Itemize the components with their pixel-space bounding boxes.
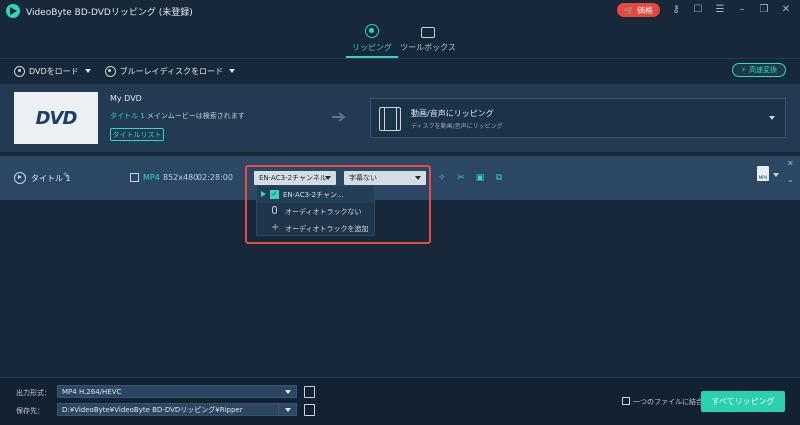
merge-checkbox[interactable] [622,397,630,405]
disc-name: My DVD [110,94,142,103]
source-resolution: 852x480 [163,173,199,182]
chevron-down-icon[interactable] [773,173,779,177]
chevron-down-icon [229,69,236,73]
load-dvd-label: DVDをロード [29,66,79,76]
maximize-icon[interactable]: ❐ [758,4,770,16]
fast-convert-button[interactable]: ⚡ 高速変換 [732,63,786,77]
expand-icon[interactable]: ⌄ [787,175,794,184]
main-tabs: リッピング ツールボックス [0,22,800,58]
feedback-icon[interactable]: ☐ [692,4,704,16]
load-bluray-label: ブルーレイディスクをロード [119,66,224,76]
title-bar: VideoByte BD-DVDリッピング (未登録) 🛒 価格 ⚷ ☐ ☰ –… [0,0,800,22]
load-toolbar: DVDをロード ブルーレイディスクをロード ⚡ 高速変換 [0,59,800,83]
app-logo-icon [6,4,20,18]
main-title-link[interactable]: タイトル 1 [110,112,145,120]
rip-output-title: 動画/音声にリッピング [411,109,494,118]
load-dvd-button[interactable]: DVDをロード [14,65,91,77]
chevron-down-icon [285,408,291,412]
output-format-label: 出力形式： [16,389,51,397]
minimize-icon[interactable]: – [736,4,748,16]
title-list-button[interactable]: タイトルリスト [110,128,164,141]
dvd-logo: DVD [35,107,78,129]
disc-info-panel: DVD My DVD タイトル 1 メインムービーは検索されます タイトルリスト… [0,84,800,152]
merge-icon[interactable]: ⧉ [494,173,504,183]
save-to-value: D:¥VideoByte¥VideoByte BD-DVDリッピング¥Rippe… [62,405,243,414]
fast-convert-label: 高速変換 [749,66,777,74]
folder-icon[interactable] [304,404,315,416]
load-bluray-button[interactable]: ブルーレイディスクをロード [104,65,236,77]
film-icon [379,107,401,131]
price-button[interactable]: 🛒 価格 [617,3,660,17]
chevron-down-icon [285,390,291,394]
compress-icon[interactable]: ▣ [475,173,485,183]
rip-output-selector[interactable]: 動画/音声にリッピング ディスクを動画/音声にリッピング [370,98,786,138]
main-movie-info: タイトル 1 メインムービーは検索されます [110,111,245,121]
dvd-disc-icon [14,65,25,77]
cart-icon: 🛒 [624,5,634,15]
source-duration: 02:28:00 [197,173,233,182]
bottom-bar: 出力形式： MP4 H.264/HEVC 保存先： D:¥VideoByte¥V… [0,377,800,425]
play-icon[interactable] [14,172,26,184]
video-file-icon [130,173,139,182]
output-format-badge: MP4 [758,175,768,180]
key-icon[interactable]: ⚷ [670,4,682,16]
output-format-select[interactable]: MP4 H.264/HEVC [57,385,297,398]
source-format: MP4 [143,173,160,182]
merge-label: 一つのファイルに結合 [633,398,703,406]
bluray-disc-icon [104,65,116,77]
title-bar-controls: 🛒 価格 ⚷ ☐ ☰ – ❐ ✕ [617,3,792,17]
tab-toolbox[interactable]: ツールボックス [388,24,468,53]
chevron-down-icon [84,69,91,73]
edit-icon[interactable]: ✎ [63,172,71,182]
main-movie-text: メインムービーは検索されます [144,112,245,120]
app-title: VideoByte BD-DVDリッピング (未登録) [26,7,193,18]
ripping-icon [365,24,379,38]
lightning-icon: ⚡ [741,66,746,74]
output-format-icon[interactable]: MP4 [757,166,769,181]
arrow-right-icon [332,112,346,122]
save-to-field[interactable]: D:¥VideoByte¥VideoByte BD-DVDリッピング¥Rippe… [57,403,297,416]
menu-icon[interactable]: ☰ [714,4,726,16]
format-settings-icon[interactable] [304,386,315,398]
dvd-thumbnail: DVD [14,92,98,144]
rip-output-subtitle: ディスクを動画/音声にリッピング [411,123,503,130]
highlight-box [245,165,431,244]
toolbox-icon [421,27,435,38]
scissors-icon[interactable]: ✂ [456,173,466,183]
chevron-down-icon [769,116,775,120]
row-tools: ✧ ✂ ▣ ⧉ [437,173,504,183]
field-separator [278,403,279,416]
price-label: 価格 [637,5,653,15]
tab-toolbox-label: ツールボックス [400,43,456,52]
magic-wand-icon[interactable]: ✧ [437,173,447,183]
output-format-value: MP4 H.264/HEVC [62,387,122,396]
rip-all-button[interactable]: すべてリッピング [701,391,785,412]
close-icon[interactable]: ✕ [780,4,792,16]
close-icon[interactable]: ✕ [787,159,794,168]
save-to-label: 保存先： [16,407,44,415]
tab-ripping-label: リッピング [352,43,392,52]
